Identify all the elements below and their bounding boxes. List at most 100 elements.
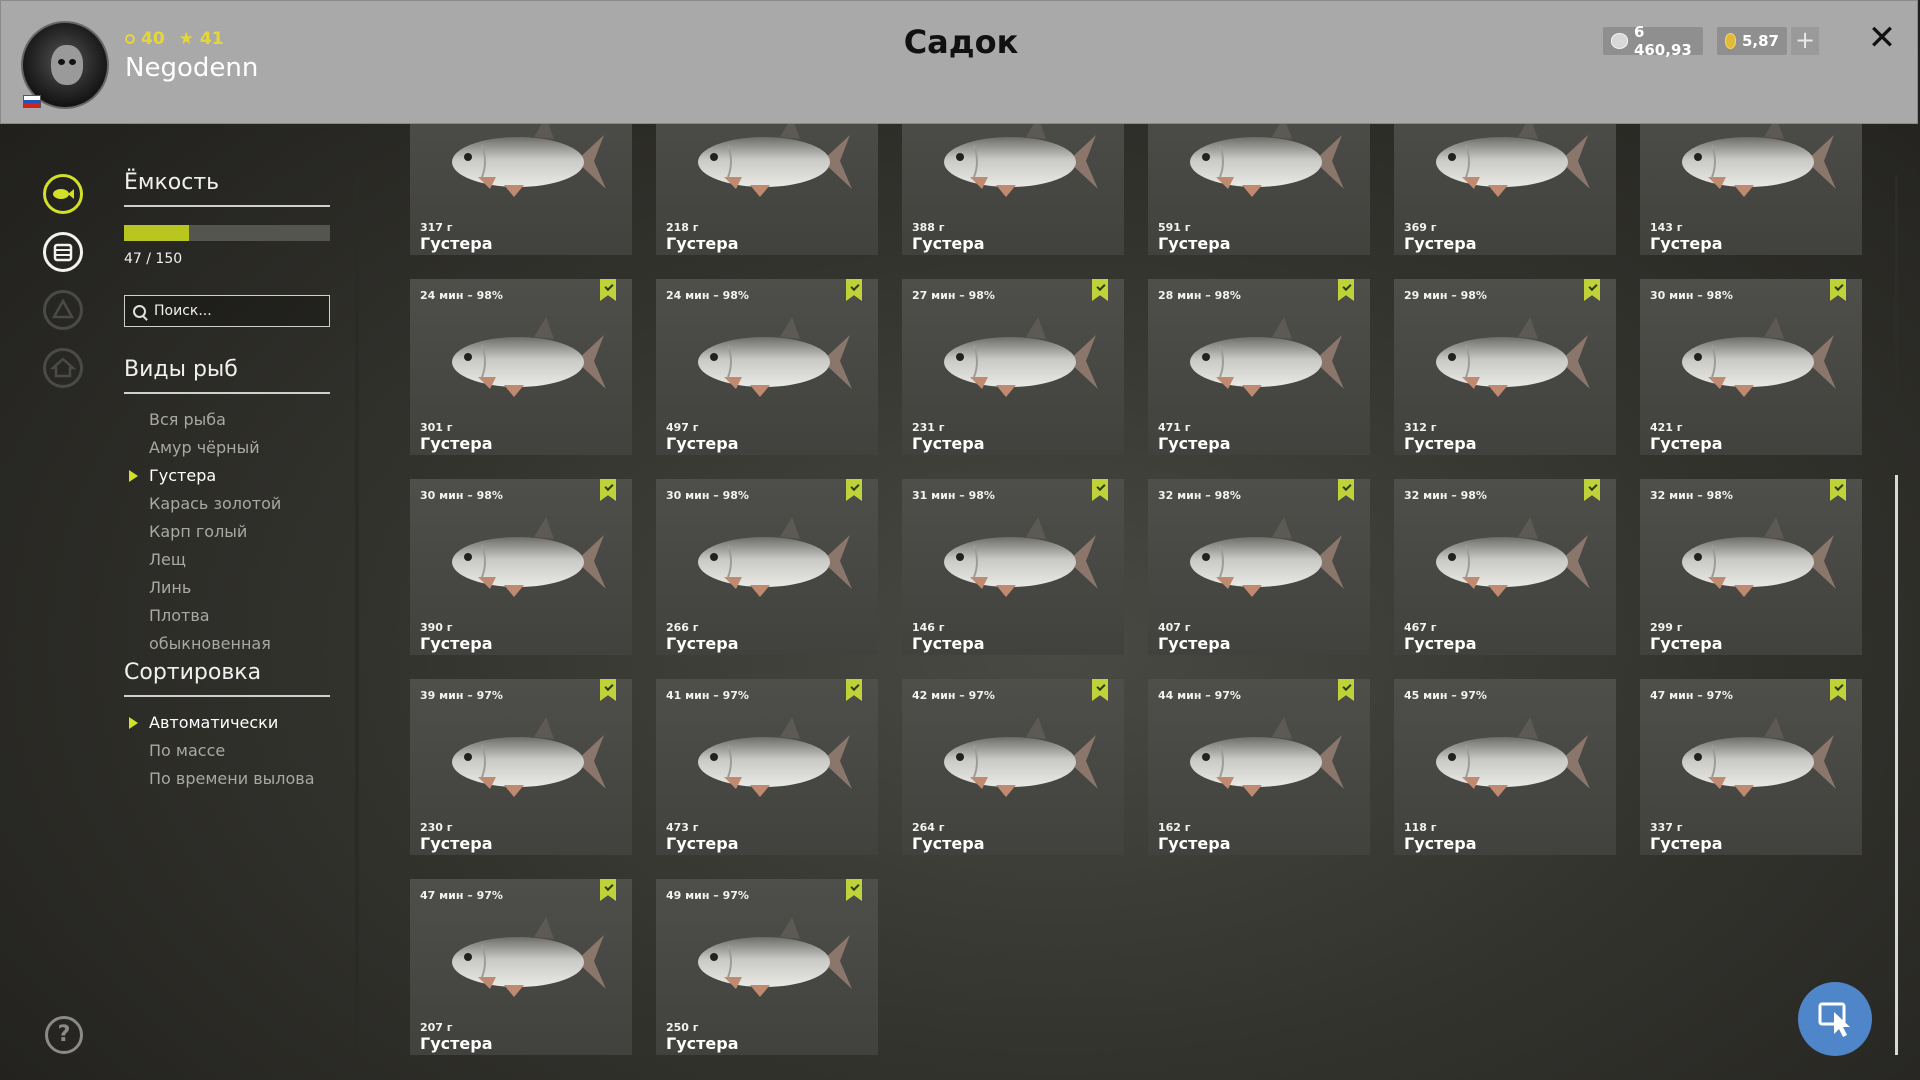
fish-card[interactable]: 369 г Густера: [1394, 124, 1616, 255]
fish-weight: 390 г: [420, 621, 453, 634]
catch-time: 24 мин – 98%: [666, 289, 749, 302]
fish-card[interactable]: 30 мин – 98% 266 г Густера: [656, 479, 878, 655]
bookmark-icon[interactable]: [1830, 479, 1846, 501]
bookmark-icon[interactable]: [1092, 679, 1108, 701]
fish-card[interactable]: 45 мин – 97% 118 г Густера: [1394, 679, 1616, 855]
bookmark-icon[interactable]: [600, 279, 616, 301]
fish-image: [452, 717, 606, 797]
fish-card[interactable]: 42 мин – 97% 264 г Густера: [902, 679, 1124, 855]
silver-coin-icon: [1611, 33, 1628, 49]
fish-card[interactable]: 317 г Густера: [410, 124, 632, 255]
fish-card[interactable]: 32 мин – 98% 467 г Густера: [1394, 479, 1616, 655]
catch-time: 45 мин – 97%: [1404, 689, 1487, 702]
fish-card[interactable]: 47 мин – 97% 207 г Густера: [410, 879, 632, 1055]
fish-card[interactable]: 143 г Густера: [1640, 124, 1862, 255]
bookmark-icon[interactable]: [1830, 279, 1846, 301]
add-currency-button[interactable]: +: [1791, 27, 1819, 55]
species-item-goldfish[interactable]: Карась золотой: [124, 490, 330, 518]
fish-card[interactable]: 41 мин – 97% 473 г Густера: [656, 679, 878, 855]
fish-card[interactable]: 29 мин – 98% 312 г Густера: [1394, 279, 1616, 455]
catch-time: 30 мин – 98%: [1650, 289, 1733, 302]
catch-time: 30 мин – 98%: [420, 489, 503, 502]
help-icon[interactable]: ?: [45, 1016, 83, 1054]
search-box[interactable]: [124, 295, 330, 327]
species-item-all[interactable]: Вся рыба: [124, 406, 330, 434]
gold-coin-icon: [1725, 33, 1736, 49]
fish-name: Густера: [912, 834, 985, 853]
keepnet-fish-icon[interactable]: [43, 174, 83, 214]
cursor-mode-button[interactable]: [1798, 982, 1872, 1056]
fish-card[interactable]: 39 мин – 97% 230 г Густера: [410, 679, 632, 855]
catch-time: 44 мин – 97%: [1158, 689, 1241, 702]
catch-time: 31 мин – 98%: [912, 489, 995, 502]
catch-time: 32 мин – 98%: [1650, 489, 1733, 502]
home-icon[interactable]: [43, 348, 83, 388]
bookmark-icon[interactable]: [1584, 479, 1600, 501]
fish-card[interactable]: 32 мин – 98% 299 г Густера: [1640, 479, 1862, 655]
bookmark-icon[interactable]: [1584, 279, 1600, 301]
species-item-silver-bream[interactable]: Густера: [124, 462, 330, 490]
bookmark-icon[interactable]: [600, 879, 616, 901]
fish-image: [1682, 717, 1836, 797]
fish-grid-viewport[interactable]: 317 г Густера 218 г Густера 388 г Густера 591 …: [410, 124, 1870, 1080]
sort-item-catch-time[interactable]: По времени вылова: [124, 765, 330, 793]
close-button[interactable]: ✕: [1865, 21, 1899, 55]
fish-card[interactable]: 47 мин – 97% 337 г Густера: [1640, 679, 1862, 855]
keepnet-basket-icon[interactable]: [43, 232, 83, 272]
bookmark-icon[interactable]: [600, 479, 616, 501]
fish-weight: 218 г: [666, 221, 699, 234]
sort-item-auto[interactable]: Автоматически: [124, 709, 330, 737]
bookmark-icon[interactable]: [846, 879, 862, 901]
fish-name: Густера: [1650, 234, 1723, 253]
catch-time: 47 мин – 97%: [1650, 689, 1733, 702]
fish-name: Густера: [1404, 434, 1477, 453]
fish-card[interactable]: 32 мин – 98% 407 г Густера: [1148, 479, 1370, 655]
bookmark-icon[interactable]: [1338, 479, 1354, 501]
fish-card[interactable]: 24 мин – 98% 301 г Густера: [410, 279, 632, 455]
sort-list: Автоматически По массе По времени вылова: [124, 709, 330, 793]
fish-name: Густера: [1158, 834, 1231, 853]
bookmark-icon[interactable]: [846, 679, 862, 701]
fish-image: [1436, 517, 1590, 597]
search-input[interactable]: [152, 302, 326, 320]
panel-divider: [355, 175, 359, 1055]
fish-card[interactable]: 28 мин – 98% 471 г Густера: [1148, 279, 1370, 455]
fish-card[interactable]: 218 г Густера: [656, 124, 878, 255]
fish-image: [698, 917, 852, 997]
bookmark-icon[interactable]: [1830, 679, 1846, 701]
fish-card[interactable]: 31 мин – 98% 146 г Густера: [902, 479, 1124, 655]
silver-balance: 6 460,93: [1603, 23, 1703, 59]
bookmark-icon[interactable]: [846, 479, 862, 501]
species-item-black-carp[interactable]: Амур чёрный: [124, 434, 330, 462]
fish-image: [1436, 317, 1590, 397]
fish-card[interactable]: 591 г Густера: [1148, 124, 1370, 255]
fish-weight: 250 г: [666, 1021, 699, 1034]
fish-card[interactable]: 49 мин – 97% 250 г Густера: [656, 879, 878, 1055]
bookmark-icon[interactable]: [1338, 679, 1354, 701]
scrollbar-thumb[interactable]: [1895, 475, 1898, 1055]
fish-card[interactable]: 27 мин – 98% 231 г Густера: [902, 279, 1124, 455]
camp-icon[interactable]: [43, 290, 83, 330]
bookmark-icon[interactable]: [600, 679, 616, 701]
flag-icon: [23, 95, 41, 108]
sort-item-weight[interactable]: По массе: [124, 737, 330, 765]
fish-card[interactable]: 24 мин – 98% 497 г Густера: [656, 279, 878, 455]
fish-card[interactable]: 388 г Густера: [902, 124, 1124, 255]
fish-weight: 473 г: [666, 821, 699, 834]
fish-grid: 317 г Густера 218 г Густера 388 г Густера 591 …: [410, 124, 1862, 1055]
species-item-bream[interactable]: Лещ: [124, 546, 330, 574]
bookmark-icon[interactable]: [846, 279, 862, 301]
bookmark-icon[interactable]: [1092, 479, 1108, 501]
bookmark-icon[interactable]: [1092, 279, 1108, 301]
species-item-tench[interactable]: Линь: [124, 574, 330, 602]
fish-name: Густера: [666, 634, 739, 653]
fish-card[interactable]: 30 мин – 98% 421 г Густера: [1640, 279, 1862, 455]
fish-card[interactable]: 30 мин – 98% 390 г Густера: [410, 479, 632, 655]
fish-image: [452, 317, 606, 397]
fish-image: [944, 517, 1098, 597]
fish-image: [944, 317, 1098, 397]
fish-card[interactable]: 44 мин – 97% 162 г Густера: [1148, 679, 1370, 855]
bookmark-icon[interactable]: [1338, 279, 1354, 301]
species-item-leather-carp[interactable]: Карп голый: [124, 518, 330, 546]
species-item-roach[interactable]: Плотва обыкновенная: [124, 602, 330, 653]
